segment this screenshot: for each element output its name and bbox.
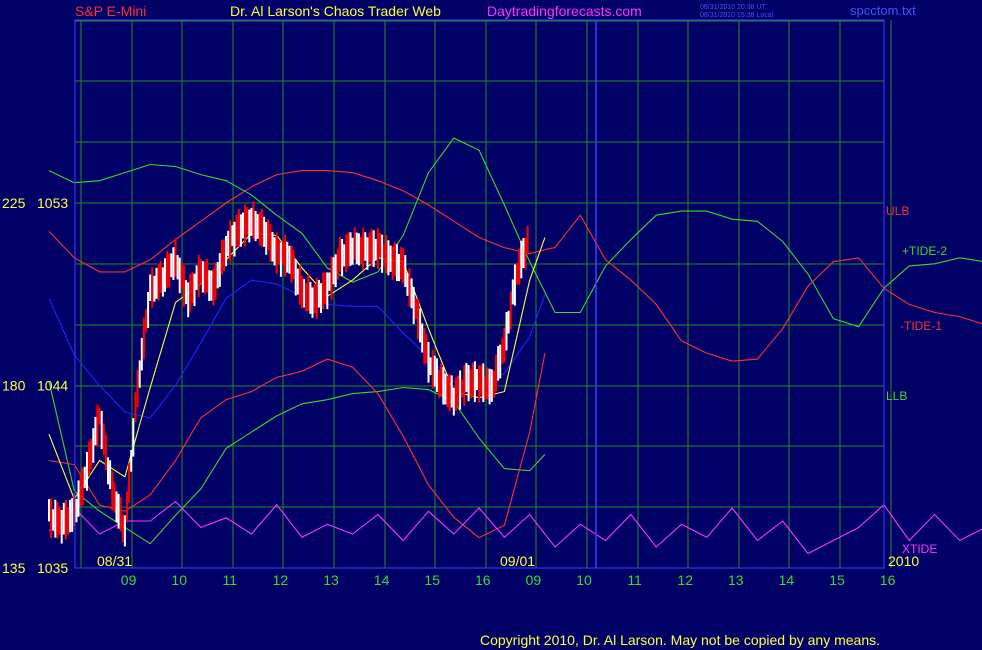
chart-window: S&P E-Mini Dr. Al Larson's Chaos Trader … xyxy=(0,0,982,650)
chart-title: Dr. Al Larson's Chaos Trader Web xyxy=(230,3,441,19)
legend-label: ULB xyxy=(886,204,909,218)
grid xyxy=(75,20,892,569)
date-label: 08/31 xyxy=(97,553,132,569)
x-tick-label: 16 xyxy=(880,572,896,588)
y-tick-label-right: 1053 xyxy=(37,195,68,211)
ulb-line xyxy=(48,170,546,273)
y-axis-labels: 225 1053 180 1044 135 1035 xyxy=(2,195,68,576)
legend-label: XTIDE xyxy=(902,542,937,556)
x-tick-label: 09 xyxy=(121,572,137,588)
x-tick-label: 14 xyxy=(779,572,795,588)
y-tick-label-left: 180 xyxy=(2,378,26,394)
y-tick-label-right: 1035 xyxy=(37,560,68,576)
x-tick-label: 14 xyxy=(374,572,390,588)
timestamp-ut: 08/31/2010 20:38 UT xyxy=(700,4,766,11)
chart-frame xyxy=(74,19,885,569)
x-tick-label: 10 xyxy=(171,572,187,588)
copyright-text: Copyright 2010, Dr. Al Larson. May not b… xyxy=(480,632,880,648)
x-axis-labels: 09 10 11 12 13 14 15 16 09 10 11 12 13 14 15 16 08/31 09/… xyxy=(97,553,919,588)
x-tick-label: 13 xyxy=(323,572,339,588)
legend-label: LLB xyxy=(886,389,907,403)
indicator-lines xyxy=(48,137,982,555)
site-name: Daytradingforecasts.com xyxy=(487,3,642,19)
x-tick-label: 10 xyxy=(576,572,592,588)
y-tick-label-right: 1044 xyxy=(37,378,68,394)
y-tick-label-left: 135 xyxy=(2,560,26,576)
x-tick-label: 15 xyxy=(424,572,440,588)
symbol-label: S&P E-Mini xyxy=(75,3,146,19)
legend-label: +TIDE-2 xyxy=(902,244,947,258)
file-name: spcctom.txt xyxy=(850,3,916,18)
legend: ULB +TIDE-2 -TIDE-1 LLB XTIDE xyxy=(886,204,947,556)
x-tick-label: 09 xyxy=(526,572,542,588)
price-bars xyxy=(48,201,529,547)
x-tick-label: 16 xyxy=(475,572,491,588)
date-label: 09/01 xyxy=(500,553,535,569)
x-tick-label: 15 xyxy=(829,572,845,588)
timestamp-local: 08/31/2010 15:38 Local xyxy=(700,12,774,19)
tide1-line xyxy=(544,214,982,362)
x-tick-label: 13 xyxy=(728,572,744,588)
x-tick-label: 11 xyxy=(223,572,238,588)
x-tick-label: 12 xyxy=(273,572,289,588)
price-chart: S&P E-Mini Dr. Al Larson's Chaos Trader … xyxy=(2,3,982,648)
legend-label: -TIDE-1 xyxy=(900,319,942,333)
xtide-line xyxy=(48,500,982,555)
y-tick-label-left: 225 xyxy=(2,195,26,211)
plot-border xyxy=(74,19,885,569)
x-tick-label: 12 xyxy=(677,572,693,588)
x-tick-label: 11 xyxy=(627,572,642,588)
